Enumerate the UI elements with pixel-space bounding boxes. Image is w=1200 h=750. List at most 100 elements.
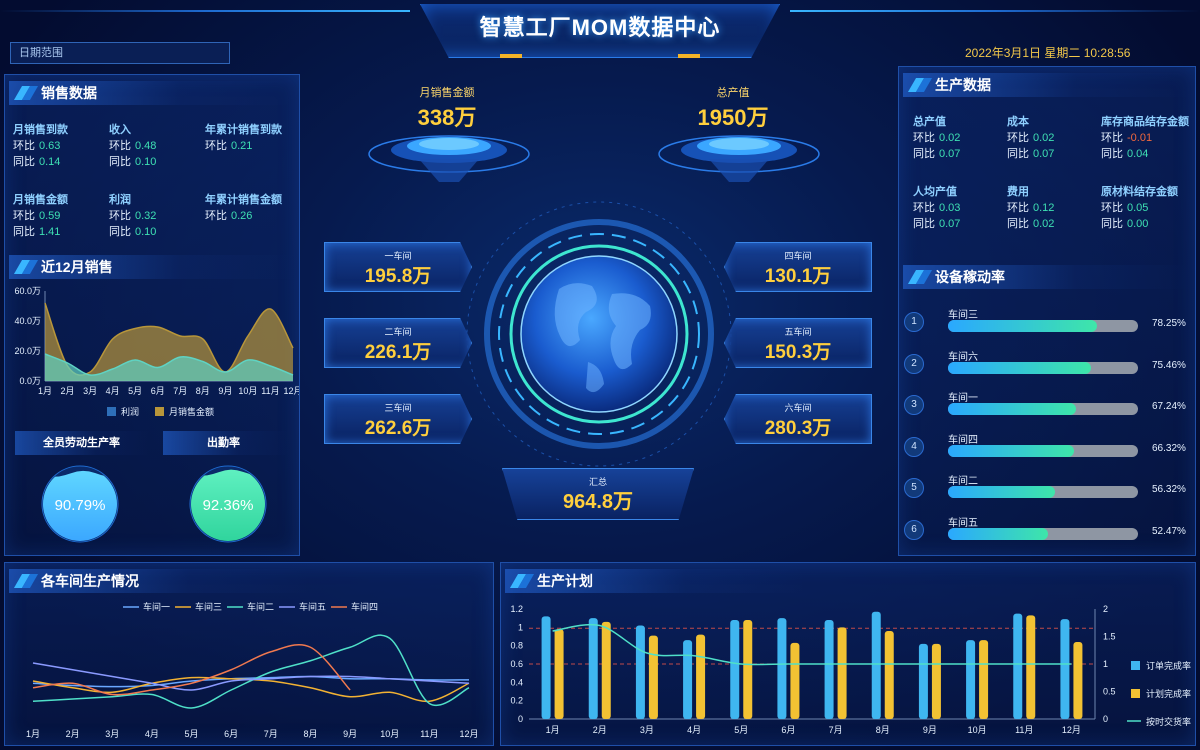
center-area: 月销售金额 338万 总产值 1950万 一车间 195.8万 二车间 226.… [304, 74, 894, 556]
metric-line: 环比 0.02 [913, 129, 1007, 145]
utilization-name: 车间一 [948, 393, 978, 404]
attendance-rate-gauge: 92.36% [189, 465, 267, 543]
production-title: 生产数据 [903, 73, 1191, 97]
labor-title: 全员劳动生产率 [15, 431, 149, 455]
metric-line-value: 0.07 [1033, 148, 1055, 160]
x-tick-label: 5月 [734, 725, 748, 735]
y-tick-label: 0.4 [510, 677, 523, 687]
metric-label: 月销售金额 [13, 194, 68, 206]
metric-line-value: 0.03 [939, 202, 961, 214]
legend-label: 计划完成率 [1146, 688, 1191, 699]
workshop-production-panel: 各车间生产情况 车间一 车间三 车间二 车间五 车间四 1月 2月 3月 4月 5月 6月 7月 8月 9… [4, 562, 494, 746]
metric-line: 同比 0.10 [109, 153, 205, 169]
metric-line-label: 同比 [913, 148, 935, 160]
utilization-fill [948, 486, 1055, 498]
utilization-percent: 66.32% [1152, 442, 1186, 454]
monthly-sales-pedestal [368, 135, 530, 182]
workshop-value: 280.3万 [764, 418, 832, 439]
plan-bar [1073, 642, 1083, 719]
metric-line-value: 0.59 [39, 210, 61, 222]
x-tick-label: 11月 [420, 729, 438, 739]
x-tick-label: 12月 [1062, 725, 1081, 735]
legend-label: 车间五 [299, 601, 326, 612]
x-tick-label: 8月 [196, 386, 210, 396]
utilization-track [948, 527, 1138, 540]
summary-box: 汇总 964.8万 [502, 468, 694, 520]
plan-bar [931, 643, 941, 719]
utilization-rank: 1 [904, 312, 924, 332]
utilization-rank: 5 [904, 478, 924, 498]
utilization-row: 2 车间六 75.46% [904, 348, 1194, 378]
metric-label: 年累计销售金额 [205, 194, 282, 206]
labor-rate-value: 90.79% [55, 497, 106, 514]
metric-line-label: 环比 [1101, 202, 1123, 214]
metric-line-value: 0.63 [39, 140, 61, 152]
metric-line: 同比 0.07 [1007, 145, 1101, 161]
metric-line-value: 0.02 [939, 132, 961, 144]
workshop-box: 三车间 262.6万 [324, 394, 472, 444]
metric-line-label: 同比 [1007, 218, 1029, 230]
y-tick-label: 20.0万 [14, 346, 41, 356]
x-tick-label: 2月 [593, 725, 607, 735]
header-accent-left [500, 54, 522, 58]
y2-tick-label: 2 [1103, 604, 1108, 614]
workshop-value: 130.1万 [764, 266, 832, 287]
y-tick-label: 40.0万 [14, 316, 41, 326]
metric-line: 环比 0.12 [1007, 199, 1101, 215]
y2-tick-label: 1.5 [1103, 632, 1116, 642]
attendance-title: 出勤率 [163, 431, 289, 455]
metric-block: 月销售金额 环比 0.59 同比 1.41 [13, 191, 109, 239]
metric-line-value: 0.04 [1127, 148, 1149, 160]
metric-label: 成本 [1007, 116, 1029, 128]
plan-bar [824, 620, 834, 719]
metric-line-label: 同比 [1007, 148, 1029, 160]
metric-line: 同比 0.04 [1101, 145, 1195, 161]
y-tick-label: 60.0万 [14, 286, 41, 296]
y-tick-label: 0.0万 [19, 376, 41, 386]
metric-block: 月销售到款 环比 0.63 同比 0.14 [13, 121, 109, 169]
y-tick-label: 0.8 [510, 641, 523, 651]
plan-bar [601, 621, 611, 719]
plan-bar [588, 618, 598, 719]
y-tick-label: 0 [518, 714, 523, 724]
metric-line-label: 同比 [1101, 148, 1123, 160]
legend-swatch [1131, 689, 1140, 698]
metric-line: 同比 0.00 [1101, 215, 1195, 231]
legend-label: 车间三 [195, 601, 222, 612]
legend-label: 按时交货率 [1146, 716, 1191, 727]
plan-bar [979, 640, 989, 719]
x-tick-label: 11月 [261, 386, 279, 396]
header-right-line [790, 10, 1200, 12]
metric-line-value: 0.14 [39, 156, 61, 168]
utilization-title-text: 设备稼动率 [935, 269, 1005, 285]
x-tick-label: 4月 [687, 725, 701, 735]
y-tick-label: 0.6 [510, 659, 523, 669]
metric-line-value: 1.41 [39, 226, 61, 238]
metric-label: 库存商品结存金额 [1101, 116, 1189, 128]
metric-line-label: 同比 [1101, 218, 1123, 230]
utilization-fill [948, 444, 1074, 457]
utilization-rank: 4 [904, 436, 924, 457]
x-tick-label: 3月 [83, 386, 97, 396]
utilization-row: 5 车间二 56.32% [904, 472, 1194, 502]
utilization-track [948, 444, 1138, 457]
metric-line-value: 0.48 [135, 140, 157, 152]
utilization-name: 车间四 [948, 434, 978, 446]
utilization-percent: 78.25% [1152, 318, 1186, 329]
utilization-row: 1 车间三 78.25% [904, 306, 1194, 336]
metric-line: 环比 0.26 [205, 207, 301, 223]
x-tick-label: 11月 [1015, 725, 1033, 735]
metric-line: 同比 0.07 [913, 145, 1007, 161]
x-tick-label: 6月 [151, 386, 165, 396]
production-title-text: 生产数据 [935, 77, 991, 93]
metric-line-value: 0.10 [135, 156, 157, 168]
plan-bar [837, 627, 847, 719]
date-range-picker[interactable]: 日期范围 [10, 42, 230, 64]
utilization-track [948, 486, 1138, 498]
plan-bar [777, 618, 787, 719]
utilization-row: 6 车间五 52.47% [904, 514, 1194, 544]
metric-line-label: 同比 [13, 156, 35, 168]
metric-line: 环比 0.48 [109, 137, 205, 153]
attendance-rate-value: 92.36% [203, 497, 254, 514]
panel-title-icon [15, 259, 35, 275]
